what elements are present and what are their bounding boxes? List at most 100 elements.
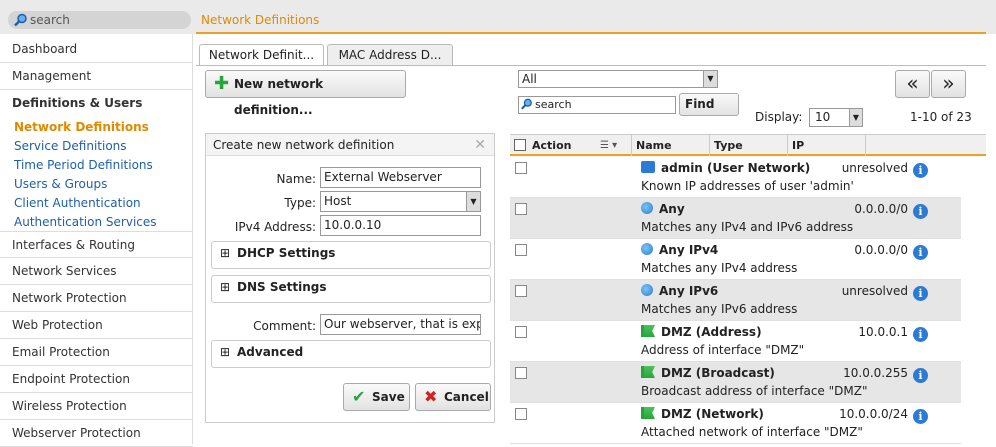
sidebar-sub-time-period-definitions[interactable]: Time Period Definitions [14, 158, 153, 172]
dhcp-settings-section[interactable]: ⊞ DHCP Settings [211, 241, 491, 269]
ipv4-address-label: IPv4 Address: [234, 220, 316, 234]
globe-icon [641, 284, 653, 296]
row-description: Matches any IPv6 address [641, 302, 798, 316]
sidebar-item-email-protection[interactable]: Email Protection [0, 339, 193, 366]
new-network-definition-button[interactable]: ✚ New network definition... [205, 70, 406, 117]
table-row[interactable]: DMZ (Network) Attached network of interf… [510, 403, 961, 444]
expand-icon: ⊞ [220, 246, 231, 260]
info-icon[interactable]: i [913, 327, 928, 342]
sidebar-sub-client-authentication[interactable]: Client Authentication [14, 196, 141, 210]
comment-field[interactable]: Our webserver, that is exp [320, 314, 481, 335]
sidebar-item-wireless-protection[interactable]: Wireless Protection [0, 393, 193, 420]
row-checkbox[interactable] [515, 285, 527, 297]
info-icon[interactable]: i [913, 204, 928, 219]
display-count-value: 10 [815, 110, 831, 124]
cancel-label: Cancel [444, 390, 489, 404]
sidebar-sub-service-definitions[interactable]: Service Definitions [14, 139, 127, 153]
filter-select[interactable]: All ▼ [518, 70, 718, 88]
action-column-header[interactable]: Action ☰ ▾ [510, 135, 632, 156]
chevron-down-icon[interactable]: ▼ [703, 71, 717, 87]
table-row[interactable]: Any IPv6 Matches any IPv6 address unreso… [510, 280, 961, 321]
table-row[interactable]: Any Matches any IPv4 and IPv6 address 0.… [510, 198, 961, 239]
chevron-down-icon[interactable]: ▼ [849, 109, 862, 126]
tab-network-definitions[interactable]: Network Definit... [199, 44, 324, 66]
create-network-definition-panel: Create new network definition ✕ Name: Ex… [205, 133, 495, 423]
type-column-header[interactable]: Type [710, 135, 788, 156]
sidebar-item-management[interactable]: Management [0, 63, 193, 90]
table-row[interactable]: admin (User Network) Known IP addresses … [510, 157, 961, 198]
save-button[interactable]: ✔ Save [343, 383, 410, 411]
sidebar-sub-authentication-services[interactable]: Authentication Services [14, 215, 157, 229]
sidebar-item-endpoint-protection[interactable]: Endpoint Protection [0, 366, 193, 393]
sidebar-sub-network-definitions[interactable]: Network Definitions [14, 120, 149, 134]
row-description: Broadcast address of interface "DMZ" [641, 384, 868, 398]
global-search-input[interactable]: search [8, 11, 191, 29]
name-label: Name: [276, 172, 316, 186]
row-checkbox[interactable] [515, 367, 527, 379]
sidebar-item-interfaces-routing[interactable]: Interfaces & Routing [0, 231, 193, 258]
row-address: unresolved [841, 161, 908, 175]
find-button[interactable]: Find [679, 93, 739, 116]
display-count-select[interactable]: 10 ▼ [809, 108, 863, 127]
sidebar-sub-users-groups[interactable]: Users & Groups [14, 177, 107, 191]
pagination-range: 1-10 of 23 [910, 110, 972, 124]
chevron-down-icon[interactable]: ▼ [466, 192, 480, 211]
row-description: Attached network of interface "DMZ" [641, 425, 863, 439]
sidebar-item-network-protection[interactable]: Network Protection [0, 285, 193, 312]
ip-column-header[interactable]: IP [788, 135, 866, 156]
sidebar-item-dashboard[interactable]: Dashboard [0, 36, 193, 63]
next-page-button[interactable]: » [931, 70, 966, 98]
table-row[interactable]: DMZ (Address) Address of interface "DMZ"… [510, 321, 961, 362]
row-checkbox[interactable] [515, 326, 527, 338]
comment-label: Comment: [253, 319, 316, 333]
info-icon[interactable]: i [913, 409, 928, 424]
info-icon[interactable]: i [913, 368, 928, 383]
info-icon[interactable]: i [913, 286, 928, 301]
name-field[interactable]: External Webserver [320, 167, 481, 188]
sidebar-item-network-services[interactable]: Network Services [0, 258, 193, 285]
row-description: Matches any IPv4 and IPv6 address [641, 220, 854, 234]
form-header: Create new network definition ✕ [206, 134, 494, 156]
row-name: DMZ (Broadcast) [641, 366, 775, 380]
user-network-icon [641, 161, 655, 173]
sort-menu-icon[interactable]: ☰ ▾ [600, 135, 617, 156]
row-description: Address of interface "DMZ" [641, 343, 805, 357]
table-row[interactable]: DMZ (Broadcast) Broadcast address of int… [510, 362, 961, 403]
table-row[interactable]: Any IPv4 Matches any IPv4 address 0.0.0.… [510, 239, 961, 280]
ipv4-address-field[interactable]: 10.0.0.10 [320, 215, 481, 236]
row-checkbox[interactable] [515, 203, 527, 215]
interface-icon [641, 325, 655, 337]
previous-page-button[interactable]: « [895, 70, 930, 98]
type-select[interactable]: Host ▼ [320, 191, 481, 212]
plus-icon: ✚ [214, 73, 230, 94]
info-icon[interactable]: i [913, 163, 928, 178]
row-description: Known IP addresses of user 'admin' [641, 179, 854, 193]
info-icon[interactable]: i [913, 245, 928, 260]
form-title: Create new network definition [213, 138, 395, 152]
global-search-placeholder: search [30, 13, 70, 27]
list-search-input[interactable]: search [518, 96, 676, 114]
advanced-section[interactable]: ⊞ Advanced [211, 340, 491, 368]
select-all-checkbox[interactable] [514, 139, 526, 151]
dns-settings-section[interactable]: ⊞ DNS Settings [211, 275, 491, 303]
sidebar-item-web-protection[interactable]: Web Protection [0, 312, 193, 339]
row-name: DMZ (Address) [641, 325, 762, 339]
row-checkbox[interactable] [515, 408, 527, 420]
sidebar-item-definitions-users[interactable]: Definitions & Users [0, 90, 193, 117]
row-checkbox[interactable] [515, 162, 527, 174]
list-search-placeholder: search [535, 98, 572, 111]
expand-icon: ⊞ [220, 345, 231, 359]
row-name: DMZ (Network) [641, 407, 764, 421]
tab-mac-address-definitions[interactable]: MAC Address D... [327, 44, 453, 66]
cancel-icon: ✖ [424, 387, 438, 406]
filter-select-value: All [522, 72, 537, 86]
save-label: Save [372, 390, 405, 404]
globe-icon [641, 202, 653, 214]
sidebar-item-webserver-protection[interactable]: Webserver Protection [0, 420, 193, 447]
cancel-button[interactable]: ✖ Cancel [415, 383, 491, 411]
close-icon[interactable]: ✕ [474, 134, 486, 156]
row-checkbox[interactable] [515, 244, 527, 256]
dhcp-settings-label: DHCP Settings [237, 246, 336, 260]
sidebar: Dashboard Management Definitions & Users… [0, 34, 193, 447]
name-column-header[interactable]: Name [632, 135, 710, 156]
